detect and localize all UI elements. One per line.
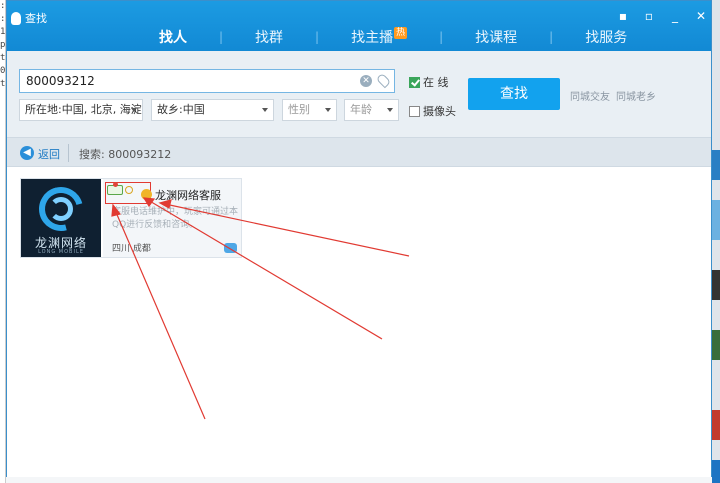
search-summary: 搜索: 800093212 bbox=[79, 148, 172, 161]
camera-filter[interactable]: 摄像头 bbox=[409, 103, 456, 119]
result-card[interactable]: 龙渊网络 LONG MOBILE 龙渊网络客服 客服电话维护中，玩家可通过本QQ… bbox=[20, 178, 242, 258]
hot-badge: 热 bbox=[394, 27, 408, 39]
chevron-down-icon bbox=[131, 108, 137, 112]
age-select-placeholder: 年龄 bbox=[350, 103, 372, 116]
medal-icon bbox=[141, 189, 152, 200]
location-pin-icon[interactable] bbox=[375, 72, 392, 89]
local-fellow-link[interactable]: 同城老乡 bbox=[616, 88, 656, 103]
gender-select-placeholder: 性别 bbox=[288, 103, 310, 116]
tab-divider: | bbox=[315, 30, 320, 44]
tab-find-people[interactable]: 找人 bbox=[157, 27, 189, 47]
feedback-icon[interactable]: ▪ bbox=[617, 9, 629, 23]
find-dialog: 查找 找人 | 找群 | 找主播热 | 找课程 | 找服务 ▪ ▫ _ ✕ 80… bbox=[6, 0, 712, 477]
hometown-select-value: 故乡:中国 bbox=[157, 103, 205, 116]
title-bar: 查找 找人 | 找群 | 找主播热 | 找课程 | 找服务 ▪ ▫ _ ✕ bbox=[7, 1, 711, 51]
result-name[interactable]: 龙渊网络客服 bbox=[155, 187, 221, 203]
window-controls: ▪ ▫ _ ✕ bbox=[617, 9, 707, 23]
location-select[interactable]: 所在地:中国, 北京, 海淀 bbox=[19, 99, 143, 121]
clear-icon[interactable]: ✕ bbox=[360, 75, 372, 87]
logo-subtext: LONG MOBILE bbox=[38, 249, 84, 255]
result-location: 四川 成都 bbox=[112, 244, 151, 254]
tab-divider: | bbox=[439, 30, 444, 44]
close-icon[interactable]: ✕ bbox=[695, 9, 707, 23]
tab-find-groups[interactable]: 找群 bbox=[253, 27, 285, 47]
breadcrumb: ◀ 返回 搜索: 800093212 bbox=[7, 137, 711, 167]
chevron-down-icon bbox=[387, 108, 393, 112]
lock-icon[interactable]: ▫ bbox=[643, 9, 655, 23]
background-window-right-edge bbox=[712, 0, 720, 483]
window-title: 查找 bbox=[11, 10, 47, 26]
online-checkbox[interactable] bbox=[409, 76, 420, 88]
tab-find-streamers-label: 找主播 bbox=[351, 30, 394, 46]
qq-status-icon bbox=[107, 182, 123, 195]
online-filter[interactable]: 在 线 bbox=[409, 74, 449, 90]
tab-find-streamers[interactable]: 找主播热 bbox=[349, 27, 409, 47]
tab-divider: | bbox=[549, 30, 554, 44]
age-select[interactable]: 年龄 bbox=[344, 99, 399, 121]
results-area: 龙渊网络 LONG MOBILE 龙渊网络客服 客服电话维护中，玩家可通过本QQ… bbox=[7, 167, 711, 477]
avatar[interactable]: 龙渊网络 LONG MOBILE bbox=[21, 179, 101, 257]
chevron-down-icon bbox=[262, 108, 268, 112]
online-label: 在 线 bbox=[423, 76, 449, 89]
tab-find-courses[interactable]: 找课程 bbox=[473, 27, 519, 47]
back-arrow-icon[interactable]: ◀ bbox=[20, 146, 34, 160]
tab-find-services[interactable]: 找服务 bbox=[583, 27, 629, 47]
find-button[interactable]: 查找 bbox=[468, 78, 560, 110]
search-panel: 800093212 ✕ 在 线 所在地:中国, 北京, 海淀 故乡:中国 性别 … bbox=[7, 51, 711, 137]
qq-penguin-icon bbox=[11, 11, 21, 25]
keyword-search-input[interactable]: 800093212 ✕ bbox=[19, 69, 395, 93]
local-dating-link[interactable]: 同城交友 bbox=[570, 88, 610, 103]
chevron-down-icon bbox=[325, 108, 331, 112]
chat-bubble-icon[interactable] bbox=[224, 243, 237, 253]
tab-bar: 找人 | 找群 | 找主播热 | 找课程 | 找服务 bbox=[157, 27, 629, 47]
divider bbox=[68, 144, 69, 162]
location-select-value: 所在地:中国, 北京, 海淀 bbox=[25, 103, 142, 116]
gender-select[interactable]: 性别 bbox=[282, 99, 337, 121]
result-description: 客服电话维护中，玩家可通过本QQ进行反馈和咨询。 bbox=[112, 207, 239, 230]
window-title-text: 查找 bbox=[25, 12, 47, 25]
camera-label: 摄像头 bbox=[423, 105, 456, 118]
verified-icon bbox=[125, 186, 133, 194]
logo-swirl-inner bbox=[49, 197, 73, 221]
result-info: 龙渊网络客服 客服电话维护中，玩家可通过本QQ进行反馈和咨询。 四川 成都 bbox=[103, 179, 241, 257]
minimize-icon[interactable]: _ bbox=[669, 9, 681, 23]
quick-links: 同城交友 同城老乡 bbox=[570, 88, 656, 103]
keyword-value: 800093212 bbox=[26, 74, 95, 88]
tab-divider: | bbox=[219, 30, 224, 44]
back-button[interactable]: 返回 bbox=[38, 146, 60, 162]
camera-checkbox[interactable] bbox=[409, 105, 420, 117]
hometown-select[interactable]: 故乡:中国 bbox=[151, 99, 274, 121]
